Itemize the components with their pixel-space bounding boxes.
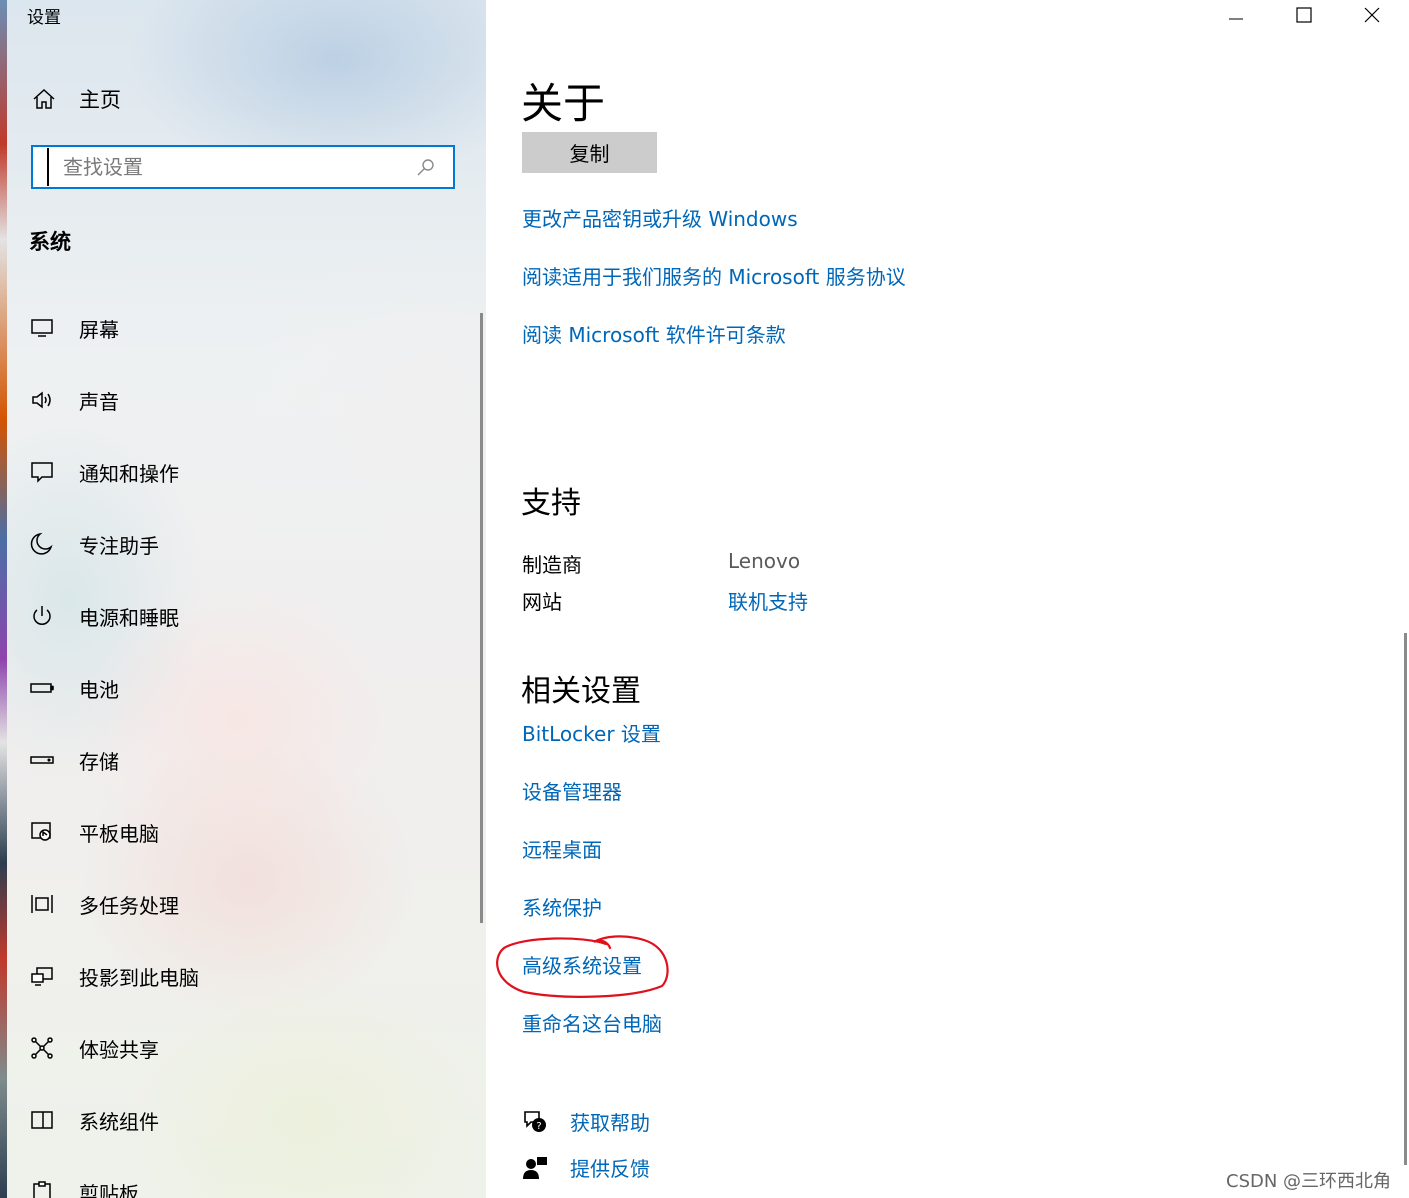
power-icon xyxy=(29,603,55,629)
desktop-background-strip xyxy=(0,0,7,1198)
sidebar-item-label: 存储 xyxy=(79,749,119,774)
sidebar-item-project[interactable]: 投影到此电脑 xyxy=(7,940,477,1012)
sidebar-item-battery[interactable]: 电池 xyxy=(7,652,477,724)
link-service-agreement[interactable]: 阅读适用于我们服务的 Microsoft 服务协议 xyxy=(522,261,906,290)
minimize-button[interactable] xyxy=(1202,0,1270,30)
sidebar-scrollbar[interactable] xyxy=(480,313,483,923)
feedback-link[interactable]: 提供反馈 xyxy=(522,1153,650,1182)
components-icon xyxy=(29,1107,55,1133)
sidebar-item-label: 多任务处理 xyxy=(79,893,179,918)
related-settings-heading: 相关设置 xyxy=(521,674,641,709)
sidebar-item-label: 电源和睡眠 xyxy=(79,605,179,630)
get-help-link[interactable]: ? 获取帮助 xyxy=(522,1107,650,1136)
sidebar-item-label: 声音 xyxy=(79,389,119,414)
support-heading: 支持 xyxy=(521,486,581,521)
section-label: 系统 xyxy=(29,230,71,254)
link-license-terms[interactable]: 阅读 Microsoft 软件许可条款 xyxy=(522,319,786,348)
website-label: 网站 xyxy=(522,590,562,614)
sidebar-nav: 屏幕 声音 通知和操作 专注助手 电源和睡眠 电池 存储 平板电脑 多任务处理 … xyxy=(7,292,477,1198)
link-online-support[interactable]: 联机支持 xyxy=(728,586,808,615)
sidebar-item-tablet[interactable]: 平板电脑 xyxy=(7,796,477,868)
notification-icon xyxy=(29,459,55,485)
share-icon xyxy=(29,1035,55,1061)
search-icon[interactable] xyxy=(411,152,441,182)
minimize-icon xyxy=(1229,18,1243,20)
link-system-protection[interactable]: 系统保护 xyxy=(522,892,602,921)
link-rename-pc[interactable]: 重命名这台电脑 xyxy=(522,1008,662,1037)
link-bitlocker[interactable]: BitLocker 设置 xyxy=(522,718,661,747)
sidebar-item-clipboard[interactable]: 剪贴板 xyxy=(7,1156,477,1198)
sidebar-item-power[interactable]: 电源和睡眠 xyxy=(7,580,477,652)
search-box xyxy=(31,145,455,189)
feedback-icon xyxy=(522,1155,548,1181)
tablet-icon xyxy=(29,819,55,845)
sidebar-item-storage[interactable]: 存储 xyxy=(7,724,477,796)
moon-icon xyxy=(29,531,55,557)
manufacturer-label: 制造商 xyxy=(522,553,582,577)
sidebar-item-display[interactable]: 屏幕 xyxy=(7,292,477,364)
help-chat-icon: ? xyxy=(522,1109,548,1135)
sidebar-item-label: 系统组件 xyxy=(79,1109,159,1134)
link-remote-desktop[interactable]: 远程桌面 xyxy=(522,834,602,863)
monitor-icon xyxy=(29,315,55,341)
sidebar-item-shared-experiences[interactable]: 体验共享 xyxy=(7,1012,477,1084)
sidebar-item-label: 专注助手 xyxy=(79,533,159,558)
close-button[interactable] xyxy=(1338,0,1406,30)
storage-icon xyxy=(29,747,55,773)
sidebar-item-focus-assist[interactable]: 专注助手 xyxy=(7,508,477,580)
sidebar-item-label: 剪贴板 xyxy=(79,1181,139,1198)
home-icon xyxy=(31,86,57,112)
sidebar-item-label: 屏幕 xyxy=(79,317,119,342)
link-advanced-system-settings[interactable]: 高级系统设置 xyxy=(522,950,642,979)
battery-icon xyxy=(29,675,55,701)
link-change-product-key[interactable]: 更改产品密钥或升级 Windows xyxy=(522,203,798,232)
clipboard-icon xyxy=(29,1179,55,1198)
maximize-button[interactable] xyxy=(1270,0,1338,30)
main-content: 关于 复制 更改产品密钥或升级 Windows 阅读适用于我们服务的 Micro… xyxy=(486,0,1409,1198)
maximize-icon xyxy=(1296,7,1312,23)
watermark: CSDN @三环西北角 xyxy=(1226,1171,1392,1192)
search-input[interactable] xyxy=(47,148,411,186)
sidebar-item-sound[interactable]: 声音 xyxy=(7,364,477,436)
sidebar-home-label: 主页 xyxy=(79,88,121,112)
page-title: 关于 xyxy=(521,79,606,128)
window-title: 设置 xyxy=(27,8,61,28)
sidebar-item-label: 平板电脑 xyxy=(79,821,159,846)
sidebar-item-system-components[interactable]: 系统组件 xyxy=(7,1084,477,1156)
manufacturer-value: Lenovo xyxy=(728,549,801,573)
sidebar-item-label: 通知和操作 xyxy=(79,461,179,486)
sidebar-item-label: 体验共享 xyxy=(79,1037,159,1062)
multitask-icon xyxy=(29,891,55,917)
link-device-manager[interactable]: 设备管理器 xyxy=(522,776,622,805)
sidebar-home[interactable]: 主页 xyxy=(31,82,121,116)
main-scrollbar[interactable] xyxy=(1404,633,1407,1165)
get-help-label: 获取帮助 xyxy=(570,1111,650,1135)
sidebar-item-multitasking[interactable]: 多任务处理 xyxy=(7,868,477,940)
svg-text:?: ? xyxy=(536,1121,541,1132)
sidebar-item-label: 电池 xyxy=(79,677,119,702)
sidebar-item-notifications[interactable]: 通知和操作 xyxy=(7,436,477,508)
feedback-label: 提供反馈 xyxy=(570,1157,650,1181)
sidebar: 设置 主页 系统 屏幕 声音 通知和操作 专注助手 xyxy=(7,0,486,1198)
sidebar-item-label: 投影到此电脑 xyxy=(79,965,199,990)
close-icon xyxy=(1364,7,1380,23)
speaker-icon xyxy=(29,387,55,413)
project-icon xyxy=(29,963,55,989)
copy-button[interactable]: 复制 xyxy=(522,132,657,173)
